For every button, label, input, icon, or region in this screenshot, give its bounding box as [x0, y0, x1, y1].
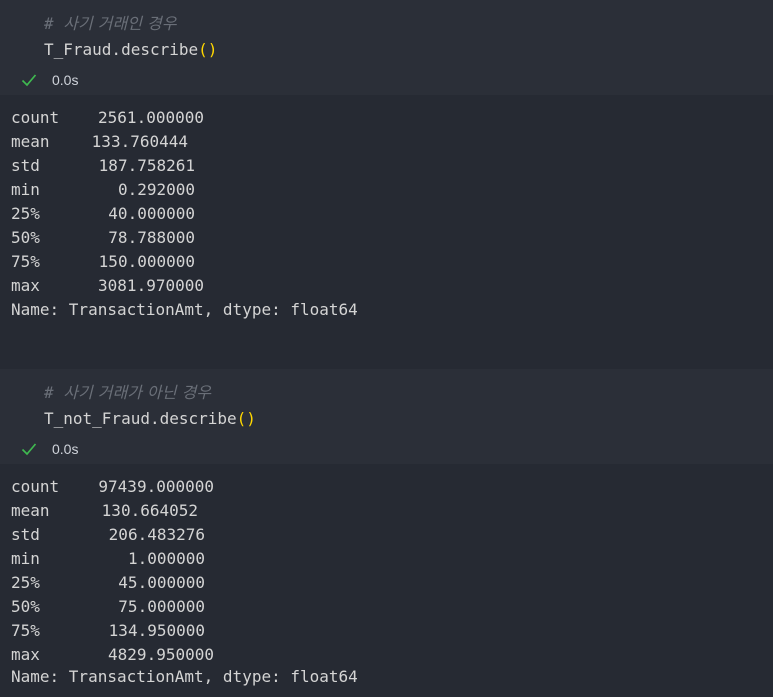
check-icon — [21, 74, 37, 87]
execution-status: 0.0s — [20, 70, 78, 90]
output-footer: Name: TransactionAmt, dtype: float64 — [11, 667, 358, 686]
output-row: min 0.292000 — [11, 180, 195, 199]
check-icon — [21, 443, 37, 456]
output-row: count 97439.000000 — [11, 477, 214, 496]
code-cell-1-input[interactable]: # 사기 거래인 경우 T_Fraud.describe() 0.0s — [0, 0, 773, 95]
output-row: max 4829.950000 — [11, 645, 214, 664]
output-row: count 2561.000000 — [11, 108, 204, 127]
output-row: min 1.000000 — [11, 549, 205, 568]
code-comment: # 사기 거래가 아닌 경우 — [44, 383, 212, 402]
output-row: mean 130.664052 — [11, 501, 198, 520]
output-footer: Name: TransactionAmt, dtype: float64 — [11, 300, 358, 319]
output-row: 50% 78.788000 — [11, 228, 195, 247]
output-row: 50% 75.000000 — [11, 597, 205, 616]
output-row: mean 133.760444 — [11, 132, 188, 151]
output-row: std 187.758261 — [11, 156, 195, 175]
code-cell-1-output: count 2561.000000 mean 133.760444 std 187.7… — [0, 95, 773, 369]
code-statement[interactable]: T_not_Fraud.describe() — [44, 409, 256, 429]
output-row: 75% 134.950000 — [11, 621, 205, 640]
output-row: std 206.483276 — [11, 525, 205, 544]
execution-time: 0.0s — [52, 72, 79, 88]
execution-status: 0.0s — [20, 439, 78, 459]
code-cell-2-output: count 97439.000000 mean 130.664052 std 206.… — [0, 464, 773, 697]
output-row: max 3081.970000 — [11, 276, 204, 295]
output-row: 25% 45.000000 — [11, 573, 205, 592]
code-comment: # 사기 거래인 경우 — [44, 14, 177, 33]
output-row: 25% 40.000000 — [11, 204, 195, 223]
code-cell-2-input[interactable]: # 사기 거래가 아닌 경우 T_not_Fraud.describe() 0.… — [0, 369, 773, 464]
code-statement[interactable]: T_Fraud.describe() — [44, 40, 217, 60]
execution-time: 0.0s — [52, 441, 79, 457]
output-row: 75% 150.000000 — [11, 252, 195, 271]
